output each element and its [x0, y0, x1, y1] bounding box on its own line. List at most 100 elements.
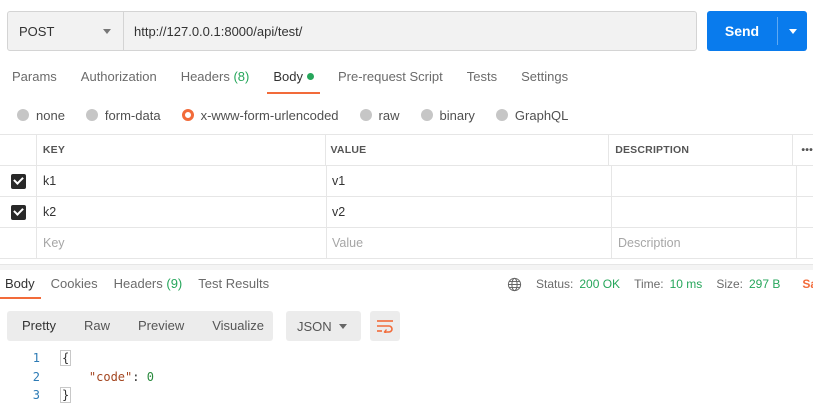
- table-header-row: KEY VALUE DESCRIPTION •••: [0, 134, 813, 166]
- headers-count: (8): [233, 69, 250, 84]
- save-response-button[interactable]: Save: [802, 277, 813, 291]
- tab-headers[interactable]: Headers (8): [169, 66, 262, 94]
- tab-params[interactable]: Params: [0, 66, 69, 94]
- key-input[interactable]: Key: [37, 228, 327, 258]
- code-text: }: [40, 387, 72, 404]
- chevron-down-icon: [103, 29, 111, 34]
- tab-response-body[interactable]: Body: [0, 272, 41, 299]
- status-label: Status:: [536, 277, 574, 291]
- checkbox-checked-icon[interactable]: [10, 204, 26, 220]
- header-key: KEY: [37, 135, 326, 165]
- view-mode-toolbar: Pretty Raw Preview Visualize: [7, 311, 273, 341]
- tab-authorization[interactable]: Authorization: [69, 66, 169, 94]
- table-row-new: Key Value Description: [0, 228, 813, 259]
- header-value: VALUE: [326, 135, 610, 165]
- response-headers-count: (9): [166, 276, 183, 291]
- radio-circle-icon: [420, 109, 433, 121]
- radio-graphql[interactable]: GraphQL: [495, 108, 568, 123]
- chevron-down-icon: [339, 324, 347, 329]
- params-table: KEY VALUE DESCRIPTION ••• k1 v1 k2 v2 Ke…: [0, 134, 813, 259]
- format-select[interactable]: JSON: [286, 311, 361, 341]
- time-label: Time:: [634, 277, 664, 291]
- code-text: "code": 0: [40, 370, 154, 384]
- time-value: 10 ms: [669, 277, 703, 291]
- header-description: DESCRIPTION: [609, 135, 794, 165]
- description-input[interactable]: Description: [612, 228, 797, 258]
- format-label: JSON: [297, 318, 332, 334]
- table-row: k2 v2: [0, 197, 813, 228]
- json-key: "code": [88, 369, 133, 384]
- row-checkbox-cell: [0, 197, 37, 227]
- value-cell[interactable]: v2: [327, 197, 612, 227]
- size-value: 297 B: [749, 277, 781, 291]
- globe-icon[interactable]: [507, 277, 522, 292]
- view-visualize-button[interactable]: Visualize: [197, 311, 277, 341]
- radio-none[interactable]: none: [17, 108, 65, 123]
- row-extra-cell: [797, 197, 813, 227]
- tab-body[interactable]: Body: [261, 66, 326, 94]
- response-tabs: Body Cookies Headers (9) Test Results: [0, 272, 279, 300]
- send-options-dropdown[interactable]: [778, 11, 807, 51]
- row-checkbox-cell: [0, 166, 37, 196]
- radio-circle-icon: [359, 109, 372, 121]
- wrap-lines-icon: [377, 320, 393, 333]
- json-separator: :: [132, 369, 147, 384]
- request-url-bar: POST http://127.0.0.1:8000/api/test/: [7, 11, 697, 51]
- method-select[interactable]: POST: [8, 12, 124, 50]
- row-extra-cell: [797, 228, 813, 258]
- response-code-viewer[interactable]: 1 { 2 "code": 0 3 }: [0, 349, 813, 405]
- table-row: k1 v1: [0, 166, 813, 197]
- radio-form-data[interactable]: form-data: [85, 108, 161, 123]
- panel-divider[interactable]: [0, 264, 813, 270]
- radio-x-www-form-urlencoded[interactable]: x-www-form-urlencoded: [181, 108, 339, 123]
- code-text: {: [40, 350, 72, 367]
- tab-response-headers[interactable]: Headers (9): [108, 272, 189, 299]
- view-raw-button[interactable]: Raw: [69, 311, 123, 341]
- view-pretty-button[interactable]: Pretty: [7, 311, 69, 341]
- radio-circle-icon: [495, 109, 508, 121]
- radio-circle-icon: [85, 109, 98, 121]
- json-value: 0: [146, 369, 154, 384]
- status-value: 200 OK: [579, 277, 621, 291]
- key-cell[interactable]: k2: [37, 197, 327, 227]
- view-preview-button[interactable]: Preview: [123, 311, 197, 341]
- response-status-bar: Status: 200 OK Time: 10 ms Size: 297 B S…: [507, 272, 813, 296]
- url-input[interactable]: http://127.0.0.1:8000/api/test/: [124, 12, 696, 50]
- open-brace: {: [60, 350, 72, 367]
- radio-binary[interactable]: binary: [420, 108, 475, 123]
- tab-cookies[interactable]: Cookies: [45, 272, 104, 299]
- radio-circle-icon: [17, 109, 29, 121]
- value-cell[interactable]: v1: [327, 166, 612, 196]
- code-line: 2 "code": 0: [0, 368, 813, 387]
- line-number: 1: [32, 351, 40, 366]
- tab-test-results[interactable]: Test Results: [192, 272, 275, 299]
- chevron-down-icon: [788, 28, 797, 34]
- radio-selected-icon: [181, 109, 194, 121]
- description-cell[interactable]: [612, 197, 797, 227]
- description-cell[interactable]: [612, 166, 797, 196]
- line-number: 2: [32, 369, 40, 384]
- code-line: 3 }: [0, 386, 813, 405]
- row-checkbox-cell: [0, 228, 37, 258]
- tab-tests[interactable]: Tests: [455, 66, 509, 94]
- close-brace: }: [60, 387, 72, 404]
- request-tabs: Params Authorization Headers (8) Body Pr…: [0, 66, 580, 94]
- checkbox-checked-icon[interactable]: [10, 173, 26, 189]
- tab-settings[interactable]: Settings: [509, 66, 580, 94]
- body-type-radios: none form-data x-www-form-urlencoded raw…: [17, 106, 589, 124]
- send-label: Send: [724, 23, 760, 39]
- value-input[interactable]: Value: [327, 228, 612, 258]
- code-line: 1 {: [0, 349, 813, 368]
- radio-raw[interactable]: raw: [359, 108, 400, 123]
- body-indicator-dot-icon: [306, 73, 314, 80]
- key-cell[interactable]: k1: [37, 166, 327, 196]
- method-label: POST: [19, 23, 55, 39]
- line-number: 3: [32, 388, 40, 403]
- send-button[interactable]: Send: [707, 11, 807, 51]
- wrap-lines-button[interactable]: [370, 311, 400, 341]
- header-check-cell: [0, 135, 37, 165]
- row-extra-cell: [797, 166, 813, 196]
- size-label: Size:: [716, 277, 743, 291]
- tab-pre-request-script[interactable]: Pre-request Script: [326, 66, 455, 94]
- more-options-icon[interactable]: •••: [793, 135, 813, 165]
